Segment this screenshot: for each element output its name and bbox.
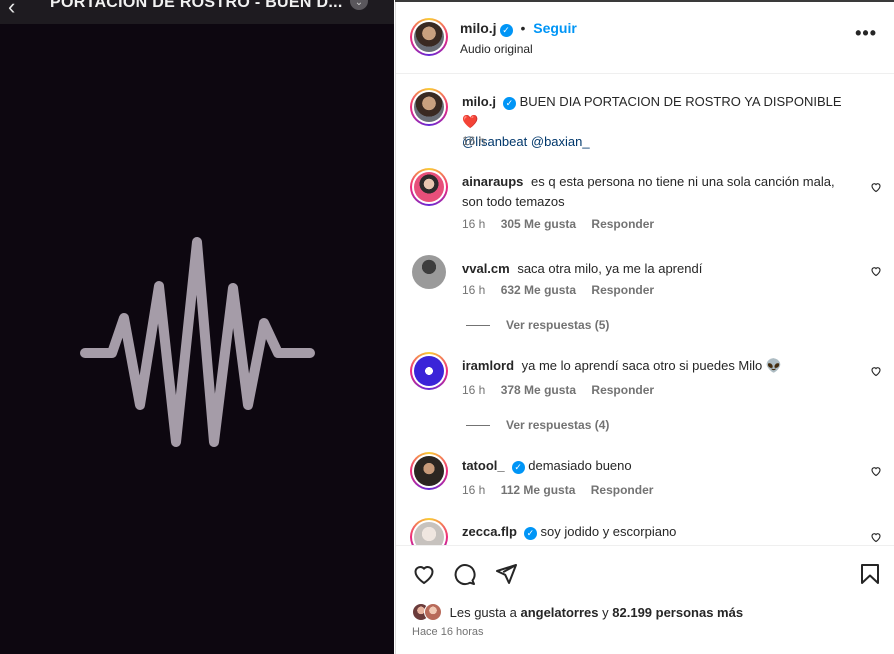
top-border: [395, 0, 894, 2]
comment-username[interactable]: tatool_: [462, 458, 505, 473]
comment-username[interactable]: zecca.flp: [462, 524, 517, 539]
liker-username[interactable]: angelatorres: [520, 605, 598, 620]
comment-item: zecca.flp ✓ soy jodido y escorpiano: [396, 518, 894, 545]
likes-summary: Les gusta a angelatorres y 82.199 person…: [412, 603, 743, 621]
liker-avatar: [424, 603, 442, 621]
comment-time[interactable]: 16 h: [462, 217, 485, 231]
heart-icon[interactable]: [870, 265, 882, 277]
reply-button[interactable]: Responder: [591, 217, 654, 231]
comment-text: tatool_ ✓ demasiado bueno: [462, 456, 852, 476]
audio-original-link[interactable]: Audio original: [460, 42, 533, 56]
view-replies-label: Ver respuestas (5): [506, 318, 610, 332]
heart-icon[interactable]: [870, 181, 882, 193]
reply-button[interactable]: Responder: [591, 283, 654, 297]
separator-dot: •: [520, 20, 526, 36]
post-details-panel: milo.j ✓ • Seguir Audio original ••• milo…: [395, 0, 894, 654]
view-replies-button[interactable]: Ver respuestas (4): [466, 418, 609, 432]
post-time[interactable]: Hace 16 horas: [412, 626, 484, 638]
comment-likes[interactable]: 378 Me gusta: [501, 383, 576, 397]
post-header: milo.j ✓ • Seguir Audio original •••: [396, 2, 894, 74]
heart-icon[interactable]: [870, 531, 882, 543]
comment-likes[interactable]: 632 Me gusta: [501, 283, 576, 297]
avatar[interactable]: [410, 352, 448, 390]
more-horizontal-icon[interactable]: •••: [855, 24, 877, 42]
comment-time[interactable]: 16 h: [462, 383, 485, 397]
caption-username[interactable]: milo.j: [462, 94, 496, 109]
paper-plane-icon[interactable]: [494, 562, 518, 586]
verified-badge-icon: ✓: [511, 461, 525, 474]
reply-button[interactable]: Responder: [591, 483, 654, 497]
follow-button[interactable]: Seguir: [533, 20, 577, 36]
heart-icon[interactable]: [412, 562, 436, 586]
view-replies-label: Ver respuestas (4): [506, 418, 610, 432]
comment-text: vval.cm saca otra milo, ya me la aprendí: [462, 259, 852, 279]
comment-text: zecca.flp ✓ soy jodido y escorpiano: [462, 522, 852, 542]
comment-likes[interactable]: 112 Me gusta: [501, 483, 576, 497]
avatar[interactable]: [412, 255, 446, 289]
avatar[interactable]: [410, 168, 448, 206]
comment-icon[interactable]: [452, 562, 476, 586]
comment-meta: 16 h 305 Me gusta Responder: [462, 217, 666, 231]
verified-badge-icon: ✓: [499, 24, 513, 37]
heart-emoji: ❤️: [462, 114, 479, 129]
avatar[interactable]: [410, 518, 448, 545]
likes-prefix: Les gusta a: [449, 605, 517, 620]
comment-username[interactable]: ainaraups: [462, 174, 523, 189]
caption-body: BUEN DIA PORTACION DE ROSTRO YA DISPONIB…: [519, 94, 842, 109]
caption-time[interactable]: 16 h: [462, 134, 485, 148]
comment-body: demasiado bueno: [528, 458, 632, 473]
likes-connector: y: [602, 605, 609, 620]
caption-meta: 16 h: [462, 134, 497, 148]
divider-line: [466, 325, 490, 327]
comment-body: saca otra milo, ya me la aprendí: [517, 261, 703, 276]
header-user-line: milo.j ✓ • Seguir: [460, 20, 577, 37]
verified-badge-icon: ✓: [502, 97, 516, 110]
mention-link[interactable]: @baxian_: [531, 134, 590, 149]
comment-time[interactable]: 16 h: [462, 283, 485, 297]
avatar[interactable]: [410, 88, 448, 126]
comment-body: soy jodido y escorpiano: [540, 524, 677, 539]
comment-meta: 16 h 632 Me gusta Responder: [462, 283, 666, 297]
caption-text: milo.j ✓ BUEN DIA PORTACION DE ROSTRO YA …: [462, 92, 852, 152]
reply-button[interactable]: Responder: [591, 383, 654, 397]
bookmark-icon[interactable]: [858, 562, 882, 586]
comment-text: ainaraups es q esta persona no tiene ni …: [462, 172, 852, 212]
comment-body: ya me lo aprendí saca otro si puedes Mil…: [521, 358, 783, 373]
comment-username[interactable]: vval.cm: [462, 261, 510, 276]
likes-count[interactable]: 82.199 personas más: [612, 605, 743, 620]
view-replies-button[interactable]: Ver respuestas (5): [466, 318, 609, 332]
comment-text: iramlord ya me lo aprendí saca otro si p…: [462, 356, 852, 376]
divider-line: [466, 425, 490, 427]
comment-meta: 16 h 112 Me gusta Responder: [462, 483, 665, 497]
post-action-bar: Les gusta a angelatorres y 82.199 person…: [396, 545, 894, 654]
verified-badge-icon: ✓: [523, 527, 537, 540]
comment-likes[interactable]: 305 Me gusta: [501, 217, 576, 231]
comment-username[interactable]: iramlord: [462, 358, 514, 373]
avatar[interactable]: [410, 452, 448, 490]
comment-time[interactable]: 16 h: [462, 483, 485, 497]
comment-meta: 16 h 378 Me gusta Responder: [462, 383, 666, 397]
heart-icon[interactable]: [870, 465, 882, 477]
media-panel[interactable]: ‹ PORTACION DE ROSTRO - BUEN D... ⌄: [0, 0, 394, 654]
audio-waveform-icon: [80, 237, 315, 447]
heart-icon[interactable]: [870, 365, 882, 377]
instagram-post-modal: ‹ PORTACION DE ROSTRO - BUEN D... ⌄ milo…: [0, 0, 894, 654]
avatar[interactable]: [410, 18, 448, 56]
post-author-username[interactable]: milo.j: [460, 20, 497, 36]
